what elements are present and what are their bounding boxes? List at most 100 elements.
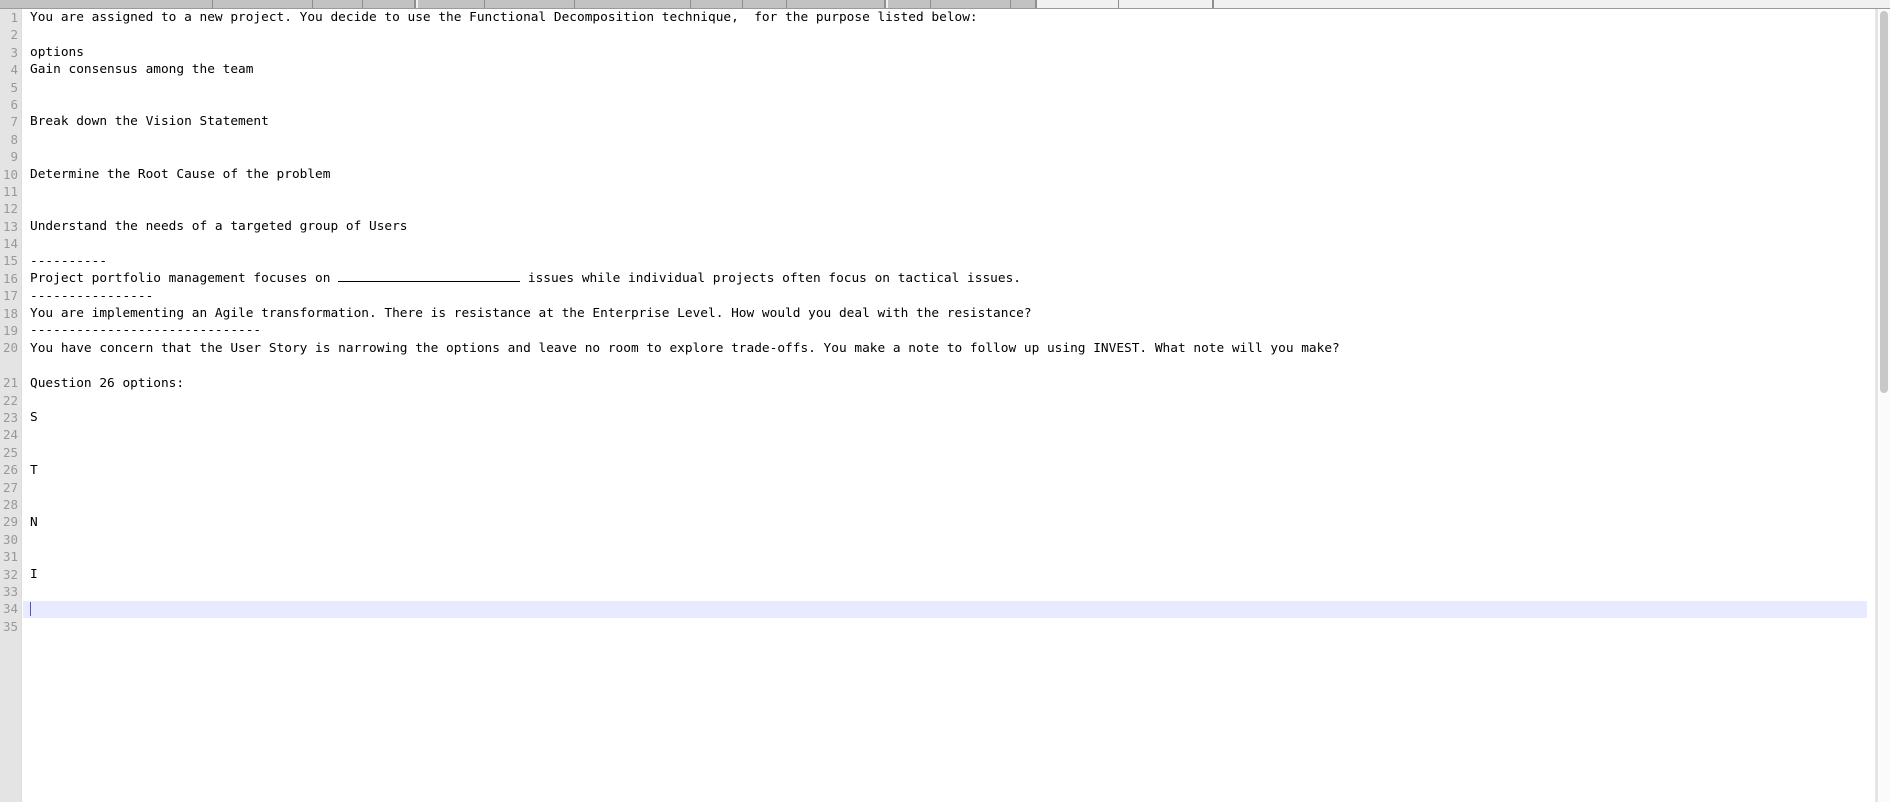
line-text: You are implementing an Agile transforma… — [30, 305, 1032, 321]
editor-line[interactable]: ------------------------------ — [23, 322, 1867, 339]
line-number: 23 — [2, 409, 18, 425]
editor-line[interactable] — [23, 148, 1867, 165]
editor-line[interactable] — [23, 496, 1867, 513]
editor-line[interactable]: You have concern that the User Story is … — [23, 340, 1867, 357]
line-text: ---------- — [30, 253, 108, 269]
editor-line[interactable]: Understand the needs of a targeted group… — [23, 218, 1867, 235]
line-number: 3 — [10, 44, 18, 60]
line-text — [30, 132, 38, 147]
line-number: 8 — [10, 131, 18, 147]
toolbar-divider-3 — [1212, 0, 1214, 8]
line-number: 21 — [2, 375, 18, 391]
editor-line[interactable]: I — [23, 566, 1867, 583]
line-text — [30, 584, 38, 599]
line-number: 28 — [2, 496, 18, 512]
line-text: You are assigned to a new project. You d… — [30, 10, 978, 25]
line-number: 14 — [2, 236, 18, 252]
line-number: 34 — [2, 601, 18, 617]
line-number: 30 — [2, 531, 18, 547]
line-number: 1 — [10, 10, 18, 25]
toolbar-tick-6 — [742, 0, 743, 8]
line-number: 35 — [2, 618, 18, 634]
line-number: 22 — [2, 392, 18, 408]
editor-line[interactable]: options — [23, 44, 1867, 61]
editor-line[interactable] — [23, 26, 1867, 43]
editor-line[interactable]: Question 26 options: — [23, 375, 1867, 392]
line-text: S — [30, 410, 38, 426]
editor-line[interactable]: Gain consensus among the team — [23, 61, 1867, 78]
fill-in-blank — [338, 270, 521, 283]
editor-line[interactable] — [23, 235, 1867, 252]
editor-line[interactable]: You are assigned to a new project. You d… — [23, 9, 1867, 26]
line-text — [30, 445, 38, 460]
line-text: Determine the Root Cause of the problem — [30, 166, 331, 182]
line-text — [30, 532, 38, 547]
line-text — [30, 393, 38, 408]
editor-line[interactable] — [23, 531, 1867, 548]
top-toolbar-strip[interactable] — [0, 0, 1890, 9]
line-text — [30, 201, 38, 216]
line-number: 24 — [2, 427, 18, 443]
line-number: 29 — [2, 514, 18, 530]
toolbar-tick-2 — [362, 0, 363, 8]
editor-line[interactable] — [23, 444, 1867, 461]
editor-line[interactable] — [23, 392, 1867, 409]
line-number-gutter: 1234567891011121314151617181920·21222324… — [0, 9, 22, 802]
editor-line[interactable] — [23, 96, 1867, 113]
editor-line[interactable] — [23, 357, 1867, 374]
editor-line[interactable] — [23, 183, 1867, 200]
line-number: 4 — [10, 62, 18, 78]
line-number: 27 — [2, 479, 18, 495]
editor-line[interactable] — [23, 200, 1867, 217]
editor-line[interactable] — [23, 427, 1867, 444]
line-text — [30, 497, 38, 512]
editor-line[interactable]: You are implementing an Agile transforma… — [23, 305, 1867, 322]
scrollbar-track — [1877, 9, 1878, 802]
line-text — [30, 149, 38, 164]
line-number: 20 — [2, 340, 18, 356]
toolbar-divider-0 — [414, 0, 416, 8]
editor-code-area[interactable]: You are assigned to a new project. You d… — [23, 9, 1867, 802]
editor-line[interactable]: N — [23, 514, 1867, 531]
editor-line-active[interactable] — [23, 600, 1867, 619]
toolbar-tick-5 — [690, 0, 691, 8]
toolbar-segment-1[interactable] — [418, 0, 884, 8]
line-text: N — [30, 514, 38, 530]
line-number: 16 — [2, 270, 18, 286]
toolbar-tick-8 — [930, 0, 931, 8]
editor-line[interactable]: S — [23, 409, 1867, 426]
vertical-scrollbar-thumb[interactable] — [1880, 11, 1888, 393]
editor-line[interactable] — [23, 479, 1867, 496]
line-number: 5 — [10, 79, 18, 95]
editor-line[interactable] — [23, 131, 1867, 148]
line-number-wrap-continuation: · — [0, 357, 21, 374]
line-text: options — [30, 44, 84, 60]
editor-line[interactable]: ---------------- — [23, 288, 1867, 305]
editor-line[interactable] — [23, 549, 1867, 566]
editor-line[interactable]: Project portfolio management focuses on … — [23, 270, 1867, 287]
line-text — [30, 80, 38, 95]
editor-lines[interactable]: You are assigned to a new project. You d… — [23, 9, 1867, 619]
vertical-scrollbar[interactable] — [1876, 9, 1890, 802]
line-number: 12 — [2, 201, 18, 217]
editor-line[interactable]: Determine the Root Cause of the problem — [23, 166, 1867, 183]
line-text: T — [30, 462, 38, 478]
line-text: ---------------- — [30, 288, 154, 304]
line-text — [31, 602, 39, 617]
line-text: You have concern that the User Story is … — [30, 340, 1340, 356]
editor-line[interactable]: ---------- — [23, 253, 1867, 270]
line-number: 11 — [2, 183, 18, 199]
editor-line[interactable] — [23, 79, 1867, 96]
line-number: 18 — [2, 305, 18, 321]
line-number: 2 — [10, 27, 18, 43]
line-number: 13 — [2, 218, 18, 234]
line-text: Gain consensus among the team — [30, 62, 254, 78]
text-editor[interactable]: 1234567891011121314151617181920·21222324… — [0, 9, 1890, 802]
line-number: 19 — [2, 323, 18, 339]
toolbar-segment-0[interactable] — [0, 0, 414, 8]
line-number: 6 — [10, 96, 18, 112]
toolbar-segment-2[interactable] — [888, 0, 1035, 8]
editor-line[interactable]: Break down the Vision Statement — [23, 113, 1867, 130]
editor-line[interactable]: T — [23, 462, 1867, 479]
editor-line[interactable] — [23, 583, 1867, 600]
